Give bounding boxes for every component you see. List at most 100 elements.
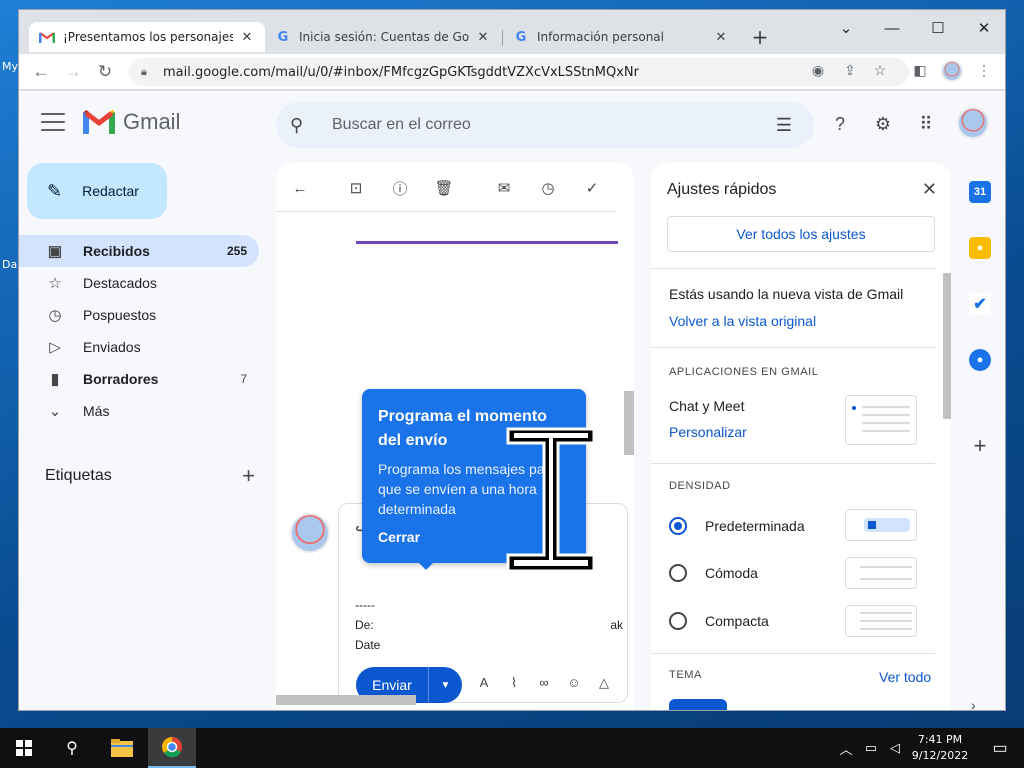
see-all-settings-button[interactable]: Ver todos los ajustes (667, 216, 935, 252)
keep-icon[interactable]: ● (969, 237, 991, 259)
labels-title: Etiquetas (45, 467, 112, 484)
density-default-preview (845, 509, 917, 541)
drive-icon[interactable]: △ (594, 675, 614, 695)
new-tab-button[interactable]: + (745, 22, 775, 52)
forward-arrow-icon[interactable]: → (59, 58, 87, 86)
apps-grid-icon[interactable]: ⠿ (913, 111, 939, 137)
nav-item-snoozed[interactable]: ◷ Pospuestos (19, 299, 259, 331)
back-to-original-view-link[interactable]: Volver a la vista original (669, 313, 816, 329)
message-scrollbar[interactable] (624, 391, 634, 455)
eye-icon[interactable]: ◉ (809, 61, 827, 79)
calendar-icon[interactable]: 31 (969, 181, 991, 203)
back-to-inbox-icon[interactable]: ← (288, 176, 312, 200)
contacts-icon[interactable]: ● (969, 349, 991, 371)
account-avatar[interactable] (957, 107, 989, 139)
divider (651, 653, 935, 654)
see-all-themes-link[interactable]: Ver todo (879, 669, 931, 685)
delete-icon[interactable]: 🗑︎ (432, 176, 456, 200)
archive-icon[interactable]: ⊡ (344, 176, 368, 200)
insert-link-icon[interactable]: ∞ (534, 675, 554, 695)
search-options-icon[interactable]: ☰ (772, 115, 796, 136)
quick-settings-scrollbar[interactable] (943, 273, 951, 419)
report-spam-icon[interactable]: ⓘ (388, 176, 412, 200)
help-icon[interactable]: ? (827, 111, 853, 137)
close-window-button[interactable]: ✕ (961, 14, 1005, 42)
density-option-label[interactable]: Compacta (705, 613, 769, 629)
density-comfortable-radio[interactable] (669, 564, 687, 582)
desktop-icon-label[interactable]: Da (2, 258, 17, 271)
tab-title: Información personal (537, 30, 664, 44)
search-input[interactable]: Buscar en el correo (332, 116, 772, 134)
tray-chevron-up-icon[interactable]: ︿ (836, 728, 856, 768)
density-option-label[interactable]: Predeterminada (705, 518, 805, 534)
share-icon[interactable]: ⇪ (841, 61, 859, 79)
forward-separator: ----- (355, 598, 375, 612)
compose-button[interactable]: ✎ Redactar (27, 163, 167, 219)
attach-icon[interactable]: ⌇ (504, 675, 524, 695)
tooltip-arrow (417, 561, 435, 570)
add-task-icon[interactable]: ✓ (580, 176, 604, 200)
search-bar[interactable]: ⚲ Buscar en el correo ☰ (276, 102, 814, 148)
clock-icon: ◷ (48, 307, 62, 324)
minimize-button[interactable]: — (869, 14, 915, 42)
taskbar-search-icon[interactable]: ⚲ (48, 728, 96, 768)
theme-thumbnail[interactable] (669, 699, 727, 710)
schedule-send-dropdown-icon[interactable]: ▼ (429, 680, 462, 691)
menu-dots-icon[interactable]: ⋮ (975, 61, 993, 79)
tasks-icon[interactable]: ✔ (969, 293, 991, 315)
bookmark-star-icon[interactable]: ☆ (871, 61, 889, 79)
reload-icon[interactable]: ↻ (91, 58, 119, 86)
back-arrow-icon[interactable]: ← (27, 58, 55, 86)
nav-item-starred[interactable]: ☆ Destacados (19, 267, 259, 299)
main-menu-icon[interactable] (41, 113, 65, 131)
snooze-icon[interactable]: ◷ (536, 176, 560, 200)
tab-search-icon[interactable]: ⌄ (823, 14, 869, 42)
system-clock[interactable]: 7:41 PM 9/12/2022 (908, 732, 972, 764)
close-tab-icon[interactable]: ✕ (239, 30, 255, 45)
expand-panel-icon[interactable]: › (971, 697, 989, 710)
nav-item-sent[interactable]: ▷ Enviados (19, 331, 259, 363)
notifications-icon[interactable]: ▭ (976, 728, 1024, 768)
density-compact-preview (845, 605, 917, 637)
close-tab-icon[interactable]: ✕ (713, 30, 729, 45)
side-panel-icon[interactable]: ◧ (911, 61, 929, 79)
settings-gear-icon[interactable]: ⚙ (870, 111, 896, 137)
maximize-button[interactable]: ☐ (915, 14, 961, 42)
nav-item-drafts[interactable]: ▮ Borradores 7 (19, 363, 259, 395)
folder-nav: ▣ Recibidos 255 ☆ Destacados ◷ Pospuesto… (19, 235, 259, 427)
address-bar[interactable]: 🔒︎ mail.google.com/mail/u/0/#inbox/FMfcg… (129, 58, 909, 86)
nav-item-inbox[interactable]: ▣ Recibidos 255 (19, 235, 259, 267)
mark-unread-icon[interactable]: ✉ (492, 176, 516, 200)
tab-gmail[interactable]: ¡Presentamos los personajes de ✕ (29, 22, 265, 52)
customize-link[interactable]: Personalizar (669, 424, 747, 440)
add-label-icon[interactable]: + (242, 463, 255, 489)
network-icon[interactable]: ▭ (860, 728, 882, 768)
divider (651, 268, 935, 269)
file-explorer-icon[interactable] (98, 728, 146, 768)
draft-icon: ▮ (50, 371, 60, 388)
tab-personal-info[interactable]: G Información personal ✕ (503, 22, 739, 52)
density-option-label[interactable]: Cómoda (705, 565, 758, 581)
density-compact-radio[interactable] (669, 612, 687, 630)
close-tab-icon[interactable]: ✕ (475, 30, 491, 45)
density-default-radio[interactable] (669, 517, 687, 535)
profile-avatar[interactable] (941, 60, 963, 82)
search-icon[interactable]: ⚲ (290, 115, 314, 136)
text-format-icon[interactable]: A (474, 675, 494, 695)
tab-google-signin[interactable]: G Inicia sesión: Cuentas de Google ✕ (265, 22, 501, 52)
add-addon-icon[interactable]: + (969, 435, 991, 457)
compose-label: Redactar (82, 183, 139, 199)
horizontal-scrollbar[interactable] (276, 695, 416, 705)
chat-meet-label: Chat y Meet (669, 398, 745, 414)
volume-icon[interactable]: ◁ (884, 728, 906, 768)
chrome-taskbar-icon[interactable] (148, 728, 196, 768)
close-icon[interactable]: ✕ (922, 179, 937, 200)
quick-settings-panel: Ajustes rápidos ✕ Ver todos los ajustes … (651, 163, 951, 710)
emoji-icon[interactable]: ☺ (564, 675, 584, 695)
nav-item-label: Borradores (83, 371, 159, 387)
nav-item-more[interactable]: ⌄ Más (19, 395, 259, 427)
tab-strip: ¡Presentamos los personajes de ✕ G Inici… (19, 10, 1005, 54)
start-windows-icon[interactable] (0, 728, 48, 768)
desktop-icon-label[interactable]: My (2, 60, 18, 73)
gmail-logo[interactable]: Gmail (83, 109, 180, 135)
